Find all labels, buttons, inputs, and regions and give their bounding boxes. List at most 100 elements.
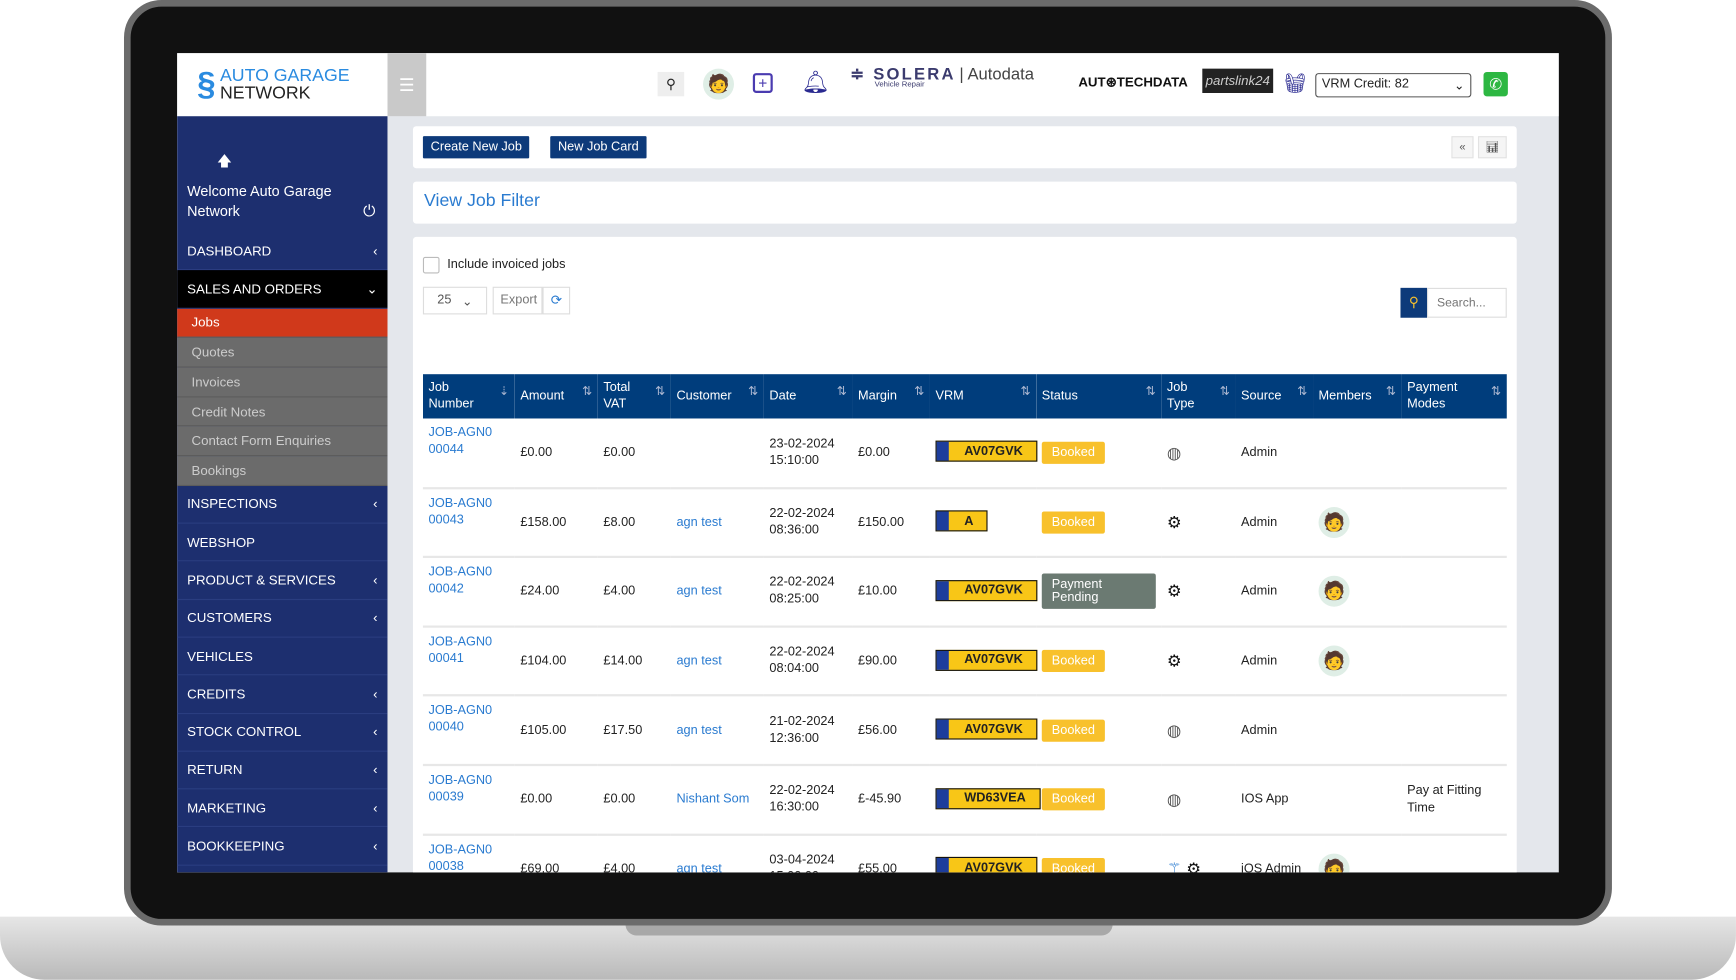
- logo[interactable]: § AUTO GARAGE NETWORK: [177, 53, 387, 116]
- sidebar-item[interactable]: RETURN ‹: [177, 751, 388, 790]
- column-header[interactable]: Payment Modes ⇅: [1401, 374, 1507, 419]
- sort-icon[interactable]: ⇅: [837, 384, 847, 401]
- column-header[interactable]: Source ⇅: [1235, 374, 1314, 419]
- job-number-link[interactable]: JOB-AGN000043: [428, 496, 497, 529]
- sort-icon[interactable]: ⇅: [1021, 384, 1031, 401]
- export-button[interactable]: Export: [492, 286, 543, 315]
- search-input[interactable]: [1427, 287, 1507, 318]
- new-job-card-button[interactable]: New Job Card: [550, 136, 647, 159]
- status-badge: Booked: [1041, 788, 1105, 811]
- add-square-icon[interactable]: +: [752, 73, 773, 93]
- sort-icon[interactable]: ⇅: [914, 384, 924, 401]
- job-number-link[interactable]: JOB-AGN000041: [428, 634, 497, 667]
- column-header[interactable]: Job Type ⇅: [1161, 374, 1236, 419]
- sidebar-subitem[interactable]: Credit Notes: [177, 397, 388, 427]
- sidebar-item[interactable]: MARKETING ‹: [177, 789, 388, 828]
- customer-link[interactable]: agn test: [676, 724, 721, 737]
- vrm-text: WD63VEA: [964, 791, 1026, 806]
- customer-link[interactable]: agn test: [676, 516, 721, 529]
- sidebar-item[interactable]: WEBSHOP: [177, 524, 388, 562]
- whatsapp-icon[interactable]: ✆: [1483, 71, 1508, 97]
- chevron-icon: ‹: [373, 800, 378, 816]
- time: 08:25:00: [769, 592, 819, 607]
- sidebar-item[interactable]: STOCK CONTROL ‹: [177, 714, 388, 752]
- sidebar-subitem[interactable]: Contact Form Enquiries: [177, 426, 388, 457]
- job-number-link[interactable]: JOB-AGN000038: [428, 842, 497, 872]
- column-header[interactable]: Amount ⇅: [514, 374, 598, 419]
- power-icon[interactable]: ⏻: [363, 201, 375, 220]
- sidebar-subitem[interactable]: Invoices: [177, 367, 388, 398]
- collapse-icon[interactable]: «: [1451, 136, 1474, 159]
- autotechdata-logo[interactable]: AUT⊛TECHDATA: [1078, 74, 1188, 89]
- include-invoiced-checkbox[interactable]: [422, 256, 440, 274]
- sort-icon[interactable]: ⇅: [655, 384, 665, 401]
- sort-icon[interactable]: ⇅: [1386, 384, 1396, 401]
- column-header[interactable]: Customer ⇅: [670, 374, 764, 419]
- sort-icon[interactable]: ⇅: [582, 384, 592, 401]
- column-header[interactable]: VRM ⇅: [929, 374, 1037, 419]
- job-number-link[interactable]: JOB-AGN000039: [428, 773, 497, 806]
- sidebar-subitem[interactable]: Quotes: [177, 337, 388, 368]
- create-new-job-button[interactable]: Create New Job: [422, 136, 530, 159]
- partslink-logo[interactable]: partslink24: [1202, 68, 1274, 93]
- job-number-link[interactable]: JOB-AGN000044: [428, 425, 497, 458]
- sidebar-subitem[interactable]: Bookings: [177, 456, 388, 486]
- amount: £158.00: [514, 487, 598, 559]
- bell-icon[interactable]: 🔔︎: [802, 69, 830, 97]
- time: 12:36:00: [769, 731, 819, 745]
- sidebar-item-label: CREDITS: [187, 686, 246, 702]
- sort-icon[interactable]: ⇅: [1491, 384, 1501, 401]
- chevron-icon: ‹: [373, 724, 378, 740]
- job-number-link[interactable]: JOB-AGN000042: [428, 565, 497, 598]
- search-button[interactable]: ⚲: [1400, 287, 1428, 318]
- column-header[interactable]: Total VAT ⇅: [597, 374, 671, 419]
- sort-icon[interactable]: ⇣: [499, 384, 509, 401]
- customer-link[interactable]: Nishant Som: [676, 793, 749, 806]
- search-icon[interactable]: ⚲: [657, 71, 685, 97]
- sidebar-item[interactable]: CUSTOMERS ‹: [177, 600, 388, 638]
- bar-chart-icon[interactable]: 📊︎: [1477, 136, 1507, 159]
- table-row: JOB-AGN000042 £24.00 £4.00 agn test 22-0…: [422, 557, 1507, 628]
- sidebar-item[interactable]: PRODUCT & SERVICES ‹: [177, 562, 388, 600]
- column-header[interactable]: Date ⇅: [763, 374, 853, 419]
- customer-link[interactable]: agn test: [676, 654, 721, 667]
- sidebar-item[interactable]: SALES AND ORDERS ⌄: [177, 270, 388, 309]
- status-badge: Booked: [1041, 511, 1105, 534]
- sidebar-item[interactable]: BOOKKEEPING ‹: [177, 827, 388, 866]
- member-avatar[interactable]: 🧑: [1318, 576, 1350, 608]
- customer-link[interactable]: agn test: [676, 585, 721, 598]
- sort-icon[interactable]: ⇅: [1146, 384, 1156, 401]
- sort-icon[interactable]: ⇅: [1220, 384, 1230, 401]
- source: iOS Admin: [1235, 834, 1314, 873]
- column-header[interactable]: Members ⇅: [1313, 374, 1402, 419]
- column-header[interactable]: Job Number ⇣: [422, 374, 515, 419]
- member-avatar[interactable]: 🧑: [1318, 645, 1350, 677]
- jobs-table: Job Number ⇣ Amount ⇅ Total VAT ⇅ Customer ⇅ Dat…: [422, 374, 1507, 873]
- status-badge: Booked: [1041, 719, 1105, 742]
- hamburger-menu-icon[interactable]: ☰: [387, 53, 427, 117]
- member-avatar[interactable]: 🧑: [1318, 853, 1350, 873]
- solera-logo[interactable]: ≑ SOLERA | Autodata Vehicle Repair: [850, 64, 1034, 88]
- sidebar-item[interactable]: DASHBOARD ‹: [177, 232, 388, 271]
- uk-flag-icon: [936, 650, 949, 670]
- member-avatar[interactable]: 🧑: [1318, 506, 1350, 538]
- filter-title[interactable]: View Job Filter: [424, 192, 540, 212]
- job-number-link[interactable]: JOB-AGN000040: [428, 703, 497, 736]
- tyre-icon: ◍: [1166, 790, 1182, 810]
- page-size-select[interactable]: 25 ⌄: [422, 286, 488, 315]
- sort-icon[interactable]: ⇅: [748, 384, 758, 401]
- sidebar-item[interactable]: INSPECTIONS ‹: [177, 486, 388, 524]
- refresh-icon[interactable]: ⟳: [542, 286, 571, 315]
- sort-icon[interactable]: ⇅: [1297, 384, 1307, 401]
- user-avatar[interactable]: 🧑: [703, 68, 735, 100]
- column-header[interactable]: Margin ⇅: [852, 374, 930, 419]
- sidebar-subitem[interactable]: Jobs: [177, 308, 388, 338]
- customer-link[interactable]: agn test: [676, 862, 721, 872]
- basket-icon[interactable]: 🧺︎: [1283, 73, 1307, 95]
- sidebar-item[interactable]: CREDITS ‹: [177, 676, 388, 714]
- vrm-credit-select[interactable]: VRM Credit: 82 ⌄: [1315, 73, 1472, 98]
- sidebar-item[interactable]: VEHICLES: [177, 638, 388, 676]
- arrow-up-icon[interactable]: 🡅: [217, 152, 232, 176]
- column-header[interactable]: Status ⇅: [1036, 374, 1162, 419]
- sidebar-item-label: CUSTOMERS: [187, 610, 272, 626]
